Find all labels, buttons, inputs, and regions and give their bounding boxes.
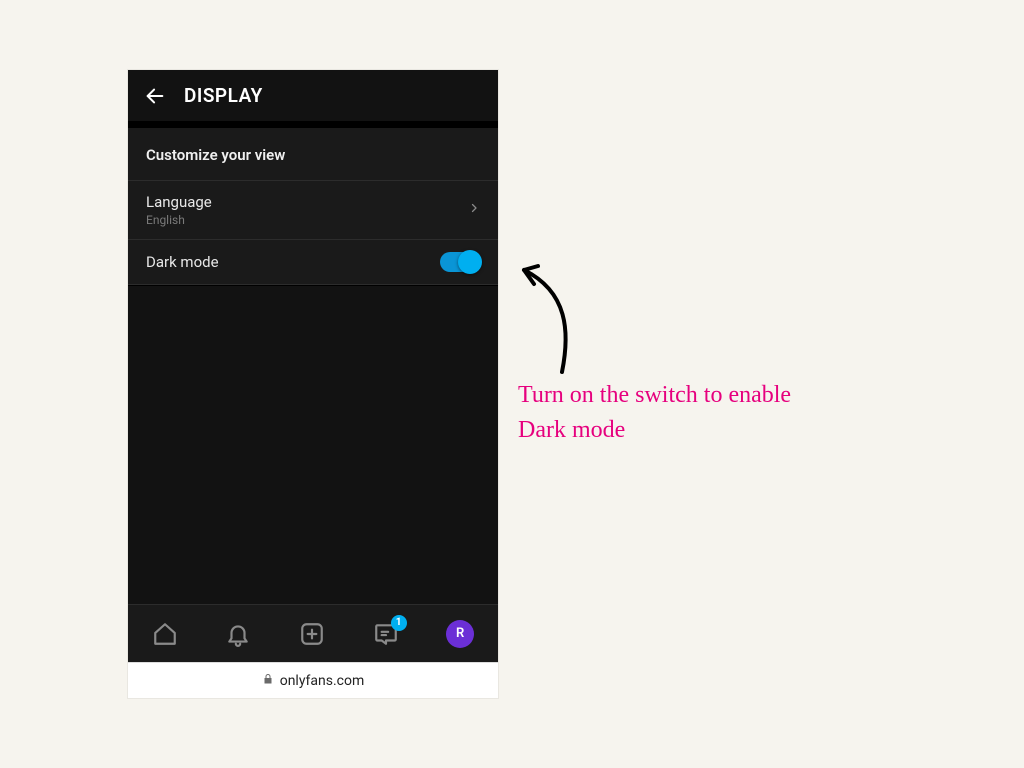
header-bar: DISPLAY (128, 70, 498, 122)
language-row[interactable]: Language English (128, 181, 498, 240)
bell-icon[interactable] (225, 621, 251, 647)
empty-area (128, 285, 498, 604)
annotation-arrow (510, 252, 590, 382)
plus-square-icon[interactable] (299, 621, 325, 647)
language-label: Language (146, 193, 212, 211)
chevron-right-icon (468, 199, 480, 221)
bottom-nav: 1 R (128, 604, 498, 662)
section-heading: Customize your view (128, 122, 498, 181)
avatar[interactable]: R (446, 620, 474, 648)
browser-url-bar[interactable]: onlyfans.com (128, 662, 498, 698)
phone-frame: DISPLAY Customize your view Language Eng… (128, 70, 498, 698)
annotation-text: Turn on the switch to enable Dark mode (518, 378, 818, 448)
language-value: English (146, 213, 212, 227)
page-title: DISPLAY (184, 84, 263, 107)
url-text: onlyfans.com (280, 673, 365, 689)
lock-icon (262, 673, 274, 689)
dark-mode-toggle[interactable] (440, 252, 480, 272)
home-icon[interactable] (152, 621, 178, 647)
messages-badge: 1 (391, 615, 407, 631)
messages-icon[interactable]: 1 (373, 621, 399, 647)
dark-mode-label: Dark mode (146, 253, 219, 271)
toggle-knob (458, 250, 482, 274)
dark-mode-row: Dark mode (128, 240, 498, 285)
back-arrow-icon[interactable] (144, 85, 166, 107)
